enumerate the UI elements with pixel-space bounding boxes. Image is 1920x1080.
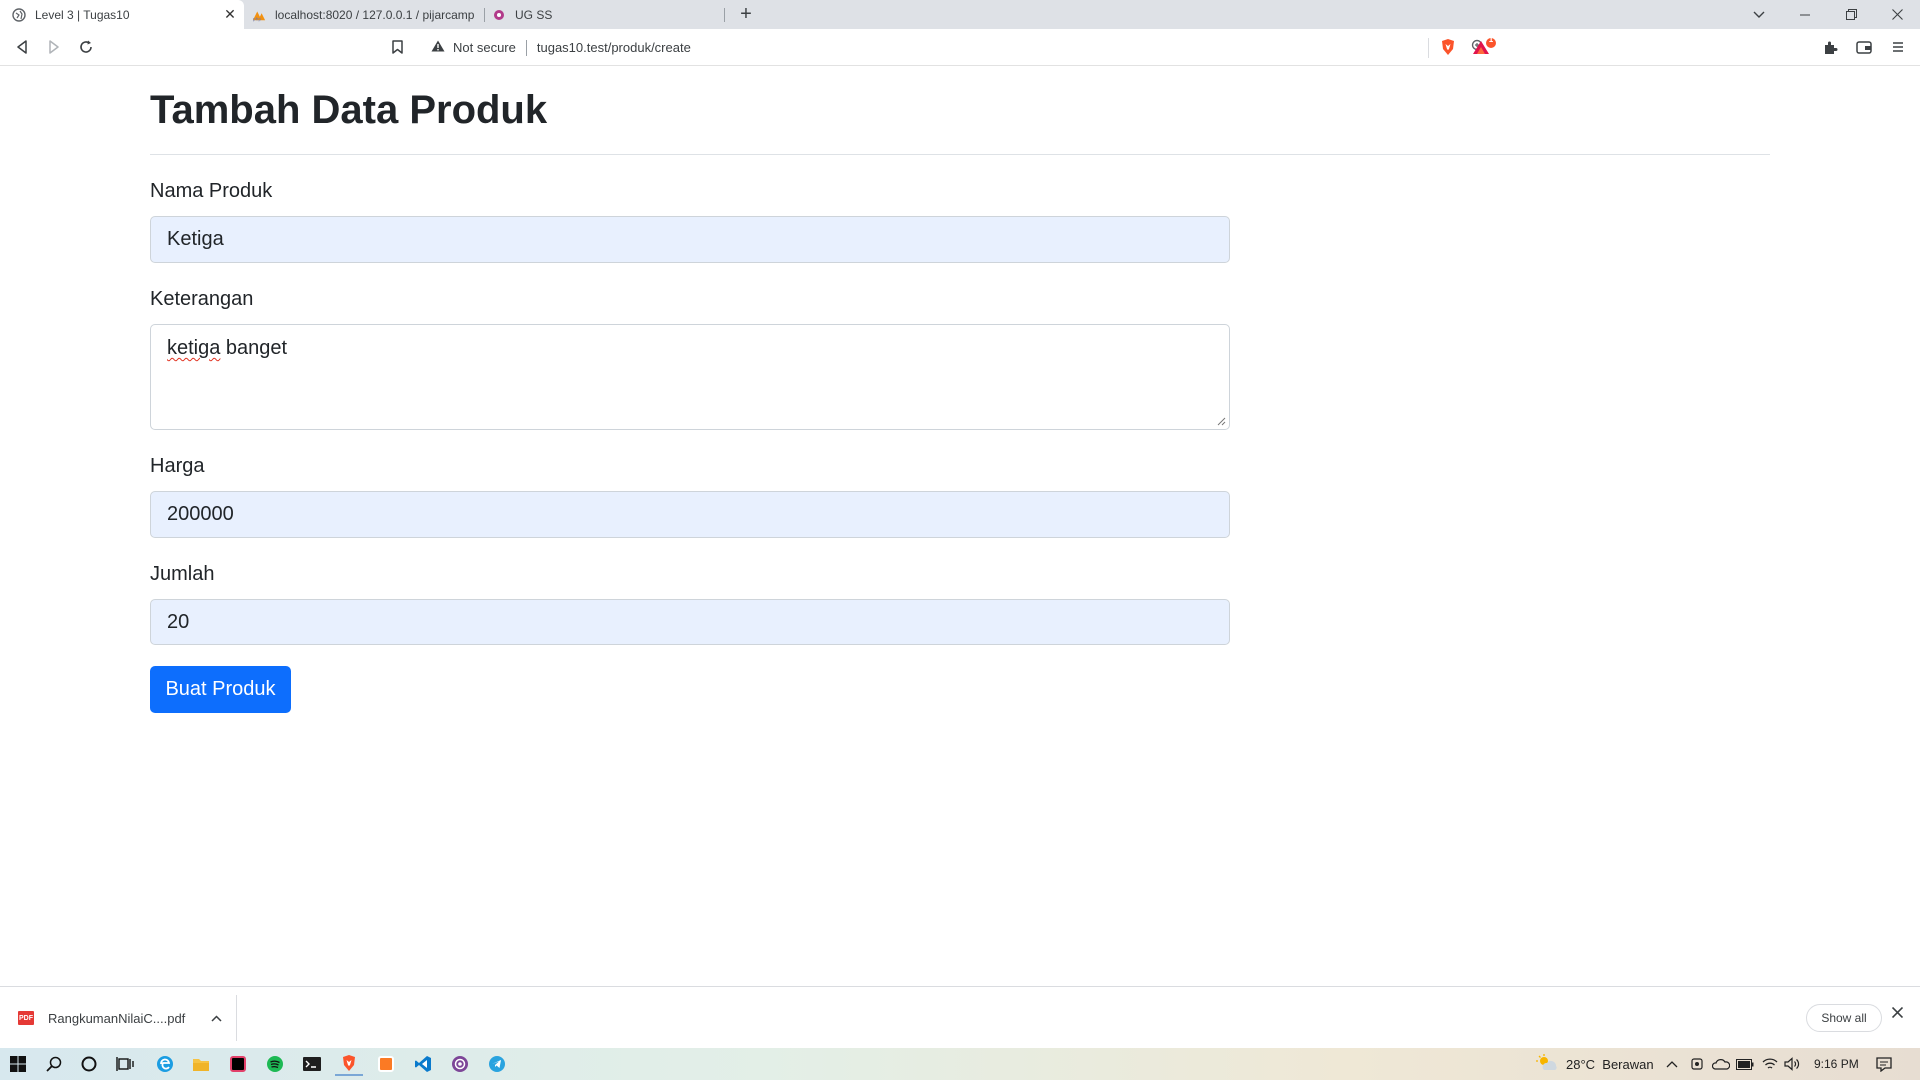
restore-icon[interactable] [1828,0,1874,29]
security-label[interactable]: Not secure [453,40,516,55]
battery-icon[interactable] [1736,1048,1754,1080]
tab-title: localhost:8020 / 127.0.0.1 / pijarcamp [275,7,475,22]
buat-produk-button[interactable]: Buat Produk [150,666,291,713]
back-icon[interactable] [10,36,34,58]
globe-icon [12,7,26,22]
meet-now-icon[interactable] [1690,1048,1704,1080]
download-file-name[interactable]: RangkumanNilaiC....pdf [48,1011,185,1026]
tab-search-chevron-icon[interactable] [1736,0,1782,29]
minimize-icon[interactable] [1782,0,1828,29]
url-text[interactable]: tugas10.test/produk/create [537,40,1471,55]
weather-text: 28°C Berawan [1566,1056,1654,1072]
harga-value: 200000 [167,503,234,525]
wifi-icon[interactable] [1762,1048,1778,1080]
toolbar-separator [1428,38,1429,58]
vscode-icon[interactable] [409,1052,437,1076]
extensions-icon[interactable] [1818,36,1842,58]
terminal-icon[interactable] [298,1052,326,1076]
tab-title: Level 3 | Tugas10 [35,7,130,22]
close-window-icon[interactable] [1874,0,1920,29]
weather-widget[interactable]: 28°C Berawan [1536,1048,1654,1080]
warning-icon[interactable] [431,40,445,55]
taskbar: 28°C Berawan 9:16 PM [0,1048,1920,1080]
jumlah-input[interactable]: 20 [150,599,1230,645]
resize-handle-icon[interactable] [1217,417,1226,426]
notifications-icon[interactable] [1876,1048,1892,1080]
tab-phpmyadmin[interactable]: php localhost:8020 / 127.0.0.1 / pijarca… [248,0,480,29]
search-icon[interactable] [40,1052,68,1076]
windows-start-icon[interactable] [4,1052,32,1076]
volume-icon[interactable] [1784,1048,1800,1080]
omnibox-separator [525,39,527,56]
tor-icon[interactable] [446,1052,474,1076]
close-download-bar-icon[interactable] [1891,1005,1904,1023]
svg-text:php: php [253,16,262,22]
show-all-button[interactable]: Show all [1806,1004,1882,1032]
xampp-icon[interactable] [372,1052,400,1076]
pdf-file-icon: PDF [18,1011,34,1025]
partly-sunny-icon [1536,1053,1558,1075]
brave-taskbar-icon[interactable] [335,1052,363,1076]
spotify-icon[interactable] [261,1052,289,1076]
title-divider [150,154,1770,155]
tray-chevron-up-icon[interactable] [1666,1048,1678,1080]
harga-input[interactable]: 200000 [150,491,1230,538]
ug-icon [492,8,506,22]
file-explorer-icon[interactable] [187,1052,215,1076]
phpmyadmin-icon: php [252,8,266,22]
menu-icon[interactable] [1886,36,1910,58]
browser-toolbar: Not secure tugas10.test/produk/create 1 [0,29,1920,66]
forward-icon[interactable] [42,36,66,58]
rewards-badge: 1 [1488,35,1494,44]
nama-produk-input[interactable]: Ketiga [150,216,1230,263]
download-separator [236,995,237,1041]
onedrive-icon[interactable] [1712,1048,1730,1080]
download-bar: PDF RangkumanNilaiC....pdf Show all [0,986,1920,1048]
tab-bar: Level 3 | Tugas10 ✕ php localhost:8020 /… [0,0,1920,29]
harga-label: Harga [150,455,205,477]
jetbrains-icon[interactable] [224,1052,252,1076]
address-bar[interactable]: Not secure tugas10.test/produk/create [419,33,1497,62]
clock[interactable]: 9:16 PM [1814,1048,1859,1080]
bookmark-icon[interactable] [385,36,409,58]
nama-produk-label: Nama Produk [150,180,273,202]
tab-ug-ss[interactable]: UG SS [488,0,720,29]
telegram-icon[interactable] [483,1052,511,1076]
keterangan-label: Keterangan [150,288,254,310]
keterangan-value: banget [220,337,288,359]
page-content: Tambah Data Produk Nama Produk Ketiga Ke… [0,66,1920,986]
edge-icon[interactable] [151,1052,179,1076]
spellcheck-word: ketiga [167,337,221,359]
brave-shields-icon[interactable] [1436,36,1460,58]
new-tab-plus-icon[interactable]: + [734,2,758,26]
cortana-icon[interactable] [75,1052,103,1076]
chevron-up-icon[interactable] [211,1011,222,1025]
page-title: Tambah Data Produk [150,88,548,132]
tab-title: UG SS [515,7,553,22]
jumlah-value: 20 [167,610,190,633]
jumlah-label: Jumlah [150,563,215,585]
brave-rewards-icon[interactable]: 1 [1469,35,1499,58]
keterangan-textarea[interactable]: ketiga banget [150,324,1230,430]
download-item[interactable]: PDF RangkumanNilaiC....pdf [18,1005,222,1031]
nama-produk-value: Ketiga [167,228,224,250]
wallet-icon[interactable] [1852,36,1876,58]
reload-icon[interactable] [74,36,98,58]
task-view-icon[interactable] [111,1052,139,1076]
tab-tugas10[interactable]: Level 3 | Tugas10 ✕ [0,0,244,29]
close-tab-icon[interactable]: ✕ [222,6,238,23]
tab-separator [724,8,725,22]
tab-separator [484,8,485,22]
